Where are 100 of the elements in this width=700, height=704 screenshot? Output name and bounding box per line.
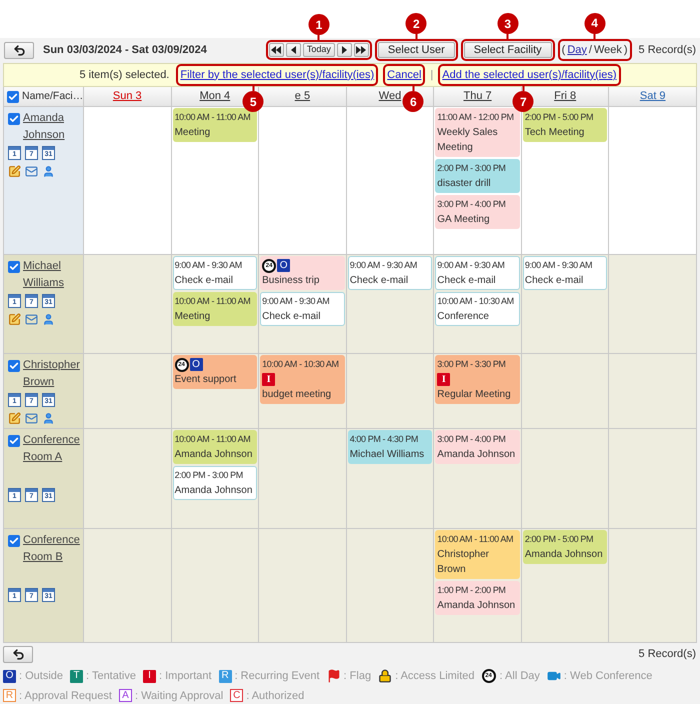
event-time: 4:00 PM - 4:30 PM <box>350 433 419 446</box>
event-time: 3:00 PM - 3:30 PM <box>437 358 507 371</box>
event-time: 10:00 AM - 10:30 AM <box>437 295 515 308</box>
event-title: Michael Williams <box>350 448 426 462</box>
add-link[interactable]: Add the selected user(s)/facility(ies) <box>441 68 618 81</box>
separator: | <box>430 68 434 83</box>
event-time: 9:00 AM - 9:30 AM <box>350 259 418 272</box>
name-link[interactable]: Michael Williams <box>23 258 79 292</box>
legend-icon: I <box>142 670 156 683</box>
legend-label: : Access Limited <box>395 669 475 684</box>
legend-label: : Web Conference <box>564 669 652 684</box>
event-time: 9:00 AM - 9:30 AM <box>174 259 243 272</box>
legend-label: : Waiting Approval <box>134 688 224 704</box>
event-card[interactable]: 2:00 PM - 5:00 PM Amanda Johnson <box>522 530 608 564</box>
legend-label: : Tentative <box>86 669 136 684</box>
event-card[interactable]: 3:00 PM - 3:30 PM I Regular Meeting <box>435 355 520 404</box>
name-link[interactable]: Conference Room B <box>23 532 80 566</box>
event-time: 10:00 AM - 10:30 AM <box>262 358 340 371</box>
legend-label: : Authorized <box>246 688 304 704</box>
event-title: Amanda Johnson <box>524 548 604 562</box>
event-card[interactable]: 9:00 AM - 9:30 AM Check e-mail <box>348 256 432 290</box>
cancel-link[interactable]: Cancel <box>386 68 422 81</box>
separator: / <box>588 42 592 58</box>
event-time: 10:00 AM - 11:00 AM <box>437 533 514 546</box>
event-time: 2:00 PM - 5:00 PM <box>524 533 594 546</box>
date-link[interactable]: e 5 <box>294 88 310 105</box>
date-link[interactable]: Sun 3 <box>112 88 142 105</box>
event-card[interactable]: 4:00 PM - 4:30 PM Michael Williams <box>348 430 432 464</box>
event-title: Check e-mail <box>437 274 497 288</box>
event-time: 10:00 AM - 11:00 AM <box>174 111 252 124</box>
event-card[interactable]: 1:00 PM - 2:00 PM Amanda Johnson <box>435 581 520 615</box>
event-card[interactable]: 9:00 AM - 9:30 AM Check e-mail <box>435 256 520 290</box>
event-card[interactable]: 9:00 AM - 9:30 AM Check e-mail <box>522 256 608 290</box>
event-time: 3:00 PM - 4:00 PM <box>437 433 507 446</box>
event-title: Regular Meeting <box>437 388 512 402</box>
event-title: Amanda Johnson <box>174 448 254 462</box>
event-card[interactable]: 10:00 AM - 11:00 AM Christopher Brown <box>435 530 520 579</box>
event-card[interactable]: 9:00 AM - 9:30 AM Check e-mail <box>260 292 345 326</box>
legend-label: : Outside <box>19 669 64 684</box>
event-title: Tech Meeting <box>524 126 586 140</box>
event-title: Business trip <box>262 274 320 288</box>
today-button[interactable]: Today <box>302 43 335 57</box>
week-view-label: Week <box>594 42 622 58</box>
legend-label: : Approval Request <box>19 688 112 704</box>
event-card[interactable]: 10:00 AM - 11:00 AM Meeting <box>172 108 258 142</box>
event-title: Event support <box>174 373 238 387</box>
event-title: Meeting <box>174 126 212 140</box>
date-link[interactable]: Fri 8 <box>554 88 576 105</box>
name-link[interactable]: Conference Room A <box>23 432 80 466</box>
event-title: Meeting <box>174 310 212 324</box>
event-card[interactable]: 2:00 PM - 3:00 PM disaster drill <box>435 159 520 193</box>
day-view-link[interactable]: Day <box>567 42 587 58</box>
event-time: 10:00 AM - 11:00 AM <box>174 433 252 446</box>
event-card[interactable]: 9:00 AM - 9:30 AM Check e-mail <box>172 256 258 290</box>
event-card[interactable]: 10:00 AM - 11:00 AM Amanda Johnson <box>172 430 258 464</box>
event-title: Check e-mail <box>350 274 410 288</box>
name-column-label: Name/Faci… <box>22 88 84 104</box>
outside-icon: O <box>190 358 203 371</box>
event-time: 2:00 PM - 3:00 PM <box>174 469 244 482</box>
event-time: 2:00 PM - 5:00 PM <box>524 111 594 124</box>
parenthesis: ) <box>624 42 628 58</box>
event-time: 9:00 AM - 9:30 AM <box>437 259 506 272</box>
legend-label: : Recurring Event <box>234 669 320 684</box>
event-title: disaster drill <box>437 177 492 191</box>
record-count: 5 Record(s) <box>638 42 696 58</box>
legend-icon: T <box>70 670 84 683</box>
event-card[interactable]: 3:00 PM - 4:00 PM GA Meeting <box>435 195 520 229</box>
important-icon: I <box>262 373 276 386</box>
event-card[interactable]: 10:00 AM - 10:30 AM I budget meeting <box>260 355 345 404</box>
event-card[interactable]: 10:00 AM - 10:30 AM Conference <box>435 292 520 326</box>
event-title: Amanda Johnson <box>437 599 516 613</box>
event-card[interactable]: 2:00 PM - 5:00 PM Tech Meeting <box>522 108 608 142</box>
legend-icon: O <box>3 670 16 683</box>
event-card[interactable]: 3:00 PM - 4:00 PM Amanda Johnson <box>435 430 520 464</box>
event-card[interactable]: 10:00 AM - 11:00 AM Meeting <box>172 292 258 326</box>
legend-label: : All Day <box>500 669 540 684</box>
name-link[interactable]: Christopher Brown <box>23 357 80 391</box>
select-user-button[interactable]: Select User <box>378 42 455 58</box>
select-facility-button[interactable]: Select Facility <box>464 42 552 58</box>
event-title: Amanda Johnson <box>174 484 254 498</box>
date-link[interactable]: Sat 9 <box>640 88 666 105</box>
record-count: 5 Record(s) <box>638 647 696 662</box>
date-link[interactable]: Mon 4 <box>200 88 230 105</box>
selection-count: 5 item(s) selected. <box>80 68 170 83</box>
date-link[interactable]: Wed <box>378 88 402 105</box>
event-card[interactable]: 2:00 PM - 3:00 PM Amanda Johnson <box>172 466 258 500</box>
event-time: 2:00 PM - 3:00 PM <box>437 162 507 175</box>
event-title: GA Meeting <box>437 213 491 227</box>
event-title: Check e-mail <box>524 274 584 288</box>
legend-icon: A <box>118 689 132 702</box>
event-card[interactable]: 11:00 AM - 12:00 PM Weekly Sales Meeting <box>435 108 520 157</box>
event-title: Conference <box>437 310 490 324</box>
legend-label: : Important <box>158 669 212 684</box>
filter-link[interactable]: Filter by the selected user(s)/facility(ies) <box>179 68 376 81</box>
event-title: budget meeting <box>262 388 332 402</box>
name-link[interactable]: Amanda Johnson <box>23 110 79 144</box>
date-link[interactable]: Thu 7 <box>463 88 492 105</box>
important-icon: I <box>437 373 450 386</box>
outside-icon: O <box>277 259 290 272</box>
event-title: Weekly Sales Meeting <box>437 126 499 155</box>
